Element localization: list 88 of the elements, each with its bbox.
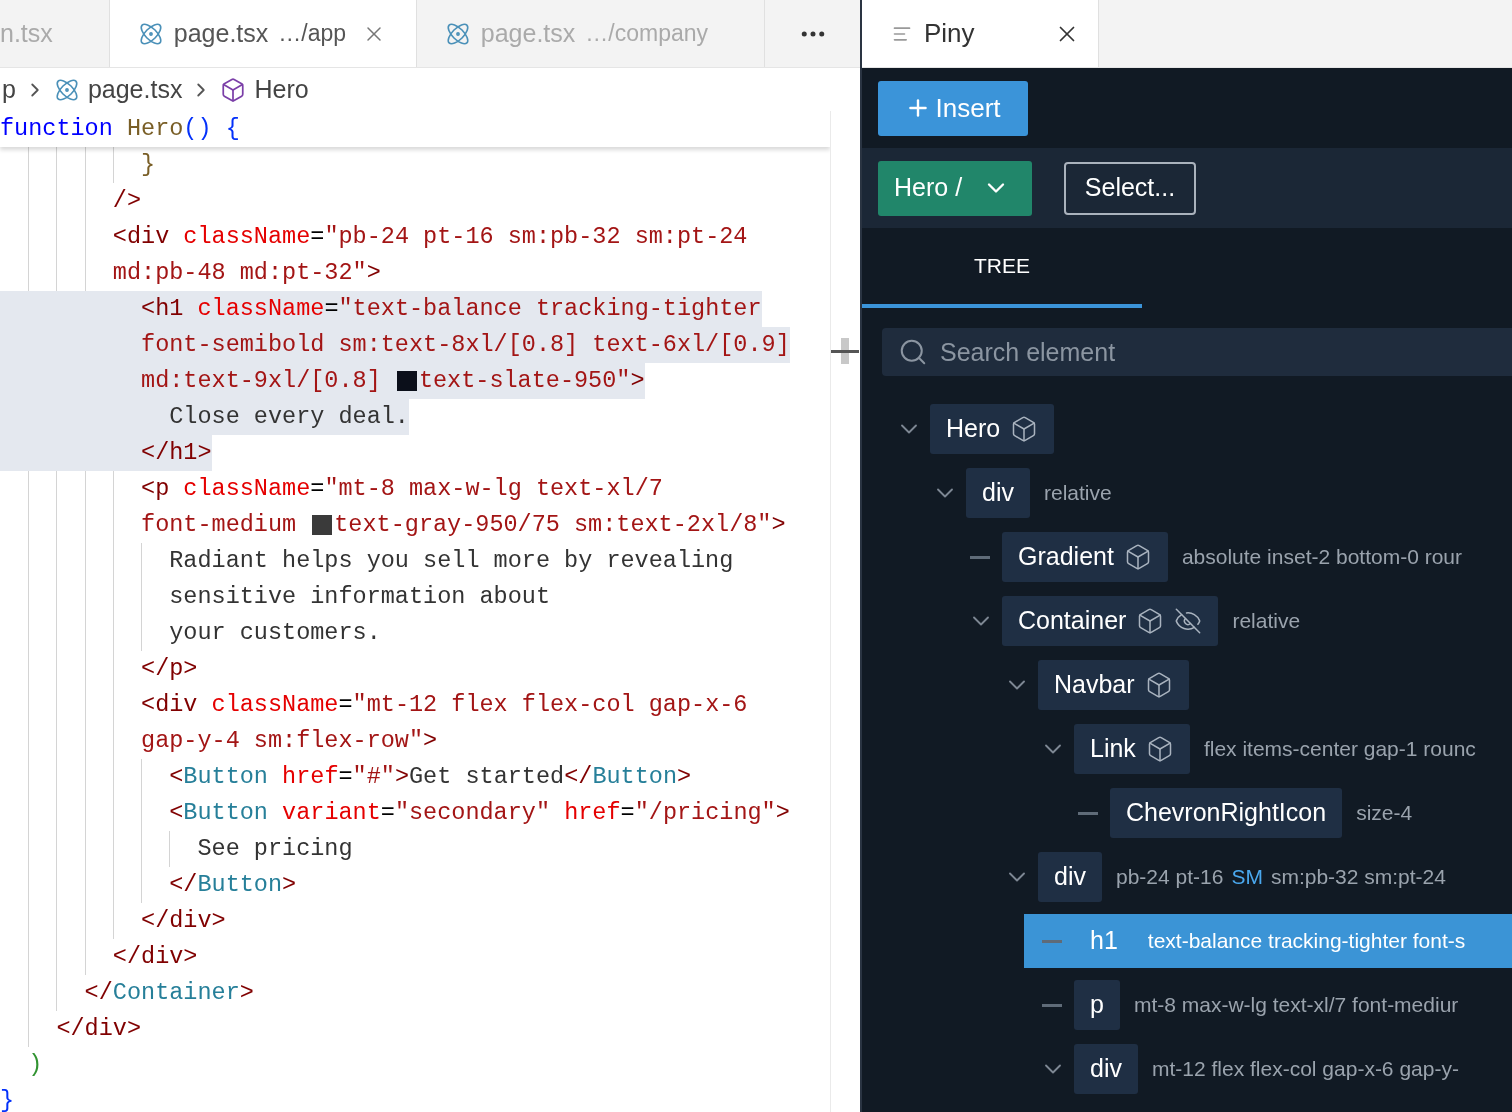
class-list: absolute inset-2 bottom-0 rour — [1181, 541, 1463, 573]
class-list: size-4 — [1356, 797, 1413, 829]
breadcrumb-item[interactable]: p — [2, 70, 16, 109]
sticky-code-line: function Hero() { — [0, 114, 240, 145]
breadcrumb-item[interactable]: Hero — [254, 70, 309, 109]
code-line: </div> — [140, 906, 226, 937]
tree-row[interactable]: div mt-12 flex flex-col gap-x-6 gap-y- — [1024, 1042, 1512, 1096]
code-line: </Button> — [168, 870, 297, 901]
react-icon — [53, 76, 80, 103]
tree-row[interactable]: Container relative — [952, 594, 1512, 648]
component-dropdown[interactable]: Hero / — [878, 160, 1032, 216]
breadcrumb-item[interactable]: page.tsx — [87, 70, 183, 109]
code-line: <Button variant="secondary" href="/pricing"> — [168, 798, 790, 829]
class-list: relative — [1232, 605, 1301, 637]
class-list: pb-24 pt-16 — [1115, 861, 1224, 893]
tree-row[interactable]: Navbar — [988, 658, 1512, 712]
leaf-dash-icon — [1042, 1003, 1062, 1007]
breakpoint-label: SM — [1231, 864, 1263, 891]
code-line: <div className="pb-24 pt-16 sm:pb-32 sm:pt-24 — [111, 222, 748, 253]
leaf-dash-icon — [1042, 939, 1062, 943]
code-line: See pricing — [196, 834, 353, 865]
class-list: sm:pb-32 sm:pt-24 — [1270, 861, 1446, 893]
tab-label: page.tsx — [173, 17, 269, 49]
panel-tab[interactable]: Piny — [862, 0, 1099, 67]
node-chip[interactable]: p — [1074, 980, 1120, 1030]
code-line: sensitive information about — [168, 582, 550, 613]
node-chip[interactable]: div — [1038, 852, 1102, 902]
code-line: /> — [111, 186, 142, 217]
node-label: h1 — [1090, 925, 1118, 957]
search-icon — [898, 337, 928, 367]
code-line: </Container> — [83, 978, 254, 1009]
tab-label: Piny — [924, 17, 976, 50]
search-field[interactable]: Search element — [882, 328, 1512, 376]
leaf-dash-icon — [970, 555, 990, 559]
node-label: div — [1054, 861, 1086, 893]
node-label: div — [982, 477, 1014, 509]
class-list: flex items-center gap-1 rounc — [1203, 733, 1476, 765]
node-chip[interactable]: div — [1074, 1044, 1138, 1094]
node-chip[interactable]: Navbar — [1038, 660, 1189, 710]
tree-row[interactable]: Hero — [880, 402, 1512, 456]
code-line: md:pb-48 md:pt-32"> — [111, 258, 381, 289]
code-line: </div> — [55, 1014, 142, 1045]
code-line: gap-y-4 sm:flex-row"> — [140, 726, 438, 757]
tree-row[interactable]: p mt-8 max-w-lg text-xl/7 font-mediur — [1024, 978, 1512, 1032]
node-label: Container — [1018, 605, 1127, 637]
tree-row[interactable]: Link flex items-center gap-1 rounc — [1024, 722, 1512, 776]
class-list: relative — [1043, 477, 1112, 509]
node-chip[interactable]: ChevronRightIcon — [1110, 788, 1343, 838]
class-list: mt-12 flex flex-col gap-x-6 gap-y- — [1151, 1053, 1459, 1085]
node-label: Navbar — [1054, 669, 1135, 701]
code-line: <div className="mt-12 flex flex-col gap-x-6 — [140, 690, 748, 721]
node-chip[interactable]: Link — [1074, 724, 1190, 774]
eye-off-icon[interactable] — [1174, 607, 1203, 635]
class-list: mt-8 max-w-lg text-xl/7 font-mediur — [1133, 989, 1459, 1021]
tree-row[interactable]: div relative — [916, 466, 1512, 520]
tree-row[interactable]: div pb-24 pt-16 SM sm:pb-32 sm:pt-24 — [988, 850, 1512, 904]
code-line: </p> — [140, 654, 198, 685]
panel-tab[interactable]: TREE — [862, 228, 1142, 308]
code-line: Radiant helps you sell more by revealing — [168, 546, 734, 577]
tab-label: page.tsx — [480, 17, 576, 49]
node-chip[interactable]: Hero — [930, 404, 1055, 454]
select-button[interactable]: Select... — [1064, 161, 1196, 215]
node-label: div — [1090, 1053, 1122, 1085]
cube-icon — [220, 76, 247, 103]
code-line: your customers. — [168, 618, 381, 649]
node-label: Hero — [946, 413, 1001, 445]
tab-path: …/app — [278, 19, 347, 49]
class-list: text-balance tracking-tighter font-s — [1147, 925, 1466, 957]
node-label: p — [1090, 989, 1104, 1021]
tree-row[interactable]: Gradient absolute inset-2 bottom-0 rour — [952, 530, 1512, 584]
editor-tab[interactable]: page.tsx …/app — [109, 0, 417, 67]
node-label: Gradient — [1018, 541, 1114, 573]
code-line: ) — [27, 1050, 43, 1081]
tab-path: …/company — [585, 19, 709, 49]
tree-row[interactable]: ChevronRightIcon size-4 — [1060, 786, 1512, 840]
leaf-dash-icon — [1078, 811, 1098, 815]
node-label: ChevronRightIcon — [1126, 797, 1327, 829]
code-line: } — [0, 1086, 15, 1112]
tab-label: n.tsx — [0, 17, 53, 49]
node-label: Link — [1090, 733, 1136, 765]
node-chip[interactable]: Container — [1002, 596, 1219, 646]
code-line: } — [140, 150, 156, 181]
node-chip[interactable]: Gradient — [1002, 532, 1168, 582]
code-line: </div> — [111, 942, 198, 973]
code-line: font-medium text-gray-950/75 sm:text-2xl/8"> — [140, 510, 786, 541]
node-chip[interactable]: div — [966, 468, 1030, 518]
code-line: <Button href="#">Get started</Button> — [168, 762, 692, 793]
code-line: <p className="mt-8 max-w-lg text-xl/7 — [140, 474, 663, 505]
